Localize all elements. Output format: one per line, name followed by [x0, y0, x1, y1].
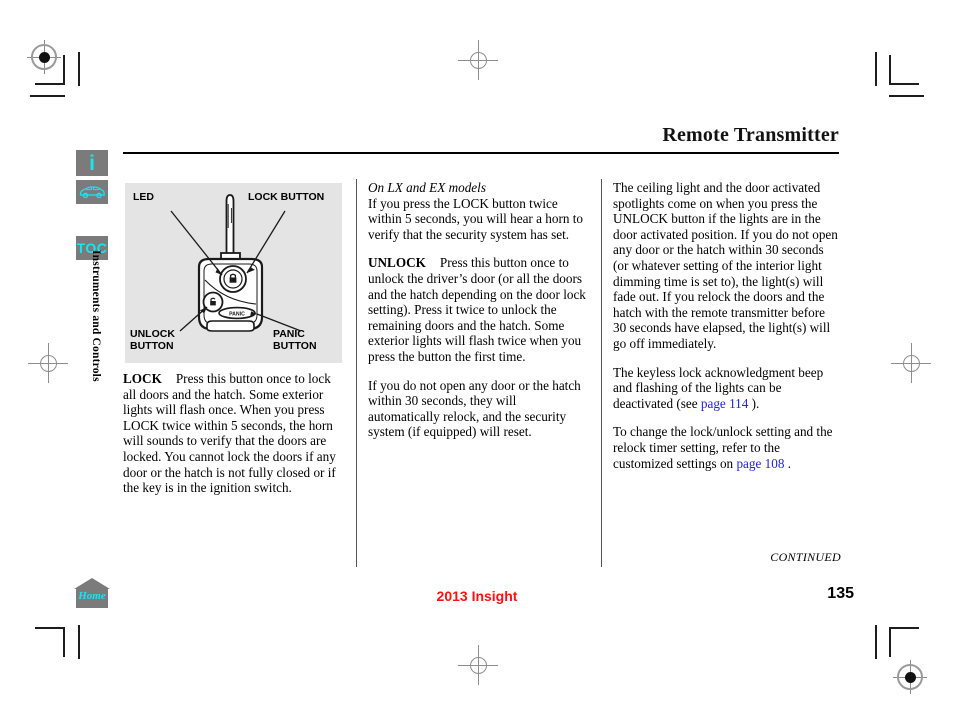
sidebar-item-car[interactable] — [76, 180, 108, 204]
column-divider-right — [601, 179, 602, 567]
unlock-paragraph: UNLOCK Press this button once to unlock t… — [368, 255, 590, 364]
lock-paragraph: LOCK Press this button once to lock all d… — [123, 371, 345, 496]
page-number: 135 — [827, 585, 854, 602]
info-icon: i — [89, 151, 95, 175]
crop-mark-top-left-h — [35, 83, 65, 85]
figure-label-lock-button: LOCK BUTTON — [248, 191, 325, 203]
customized-settings-paragraph: To change the lock/unlock setting and th… — [613, 424, 841, 471]
figure-label-panic-button: PANIC BUTTON — [273, 328, 317, 352]
figure-label-led: LED — [133, 191, 154, 203]
crop-mark-top-right-v2 — [875, 52, 877, 86]
key-fob-figure: PANIC LED LOCK BUTTON UNLOCK BUTTON PANI… — [125, 183, 342, 363]
customized-settings-text-after: . — [784, 455, 792, 471]
crop-mark-bottom-left-v2 — [78, 625, 80, 659]
keyless-beep-text-after: ). — [748, 395, 760, 411]
panic-button-engraving: PANIC — [229, 311, 245, 317]
crop-mark-top-right-h2 — [889, 95, 924, 97]
figure-label-unlock-button: UNLOCK BUTTON — [130, 328, 175, 352]
page-114-link[interactable]: page 114 — [701, 396, 748, 411]
car-icon — [79, 186, 105, 199]
registration-crosshair-bottom — [458, 645, 498, 685]
column-divider-left — [356, 179, 357, 567]
page-108-link[interactable]: page 108 — [736, 456, 784, 471]
unlock-heading: UNLOCK — [368, 255, 426, 271]
relock-paragraph: If you do not open any door or the hatch… — [368, 377, 581, 440]
content-column-left: LOCK Press this button once to lock all d… — [123, 371, 345, 496]
crop-mark-bottom-left-v — [63, 627, 65, 657]
registration-crosshair-top — [458, 40, 498, 80]
models-heading: On LX and EX models — [368, 180, 486, 195]
continued-label: CONTINUED — [770, 550, 841, 564]
registration-mark-bottom-right — [893, 660, 927, 694]
models-body: If you press the LOCK button twice withi… — [368, 195, 583, 242]
keyless-beep-paragraph: The keyless lock acknowledgment beep and… — [613, 365, 841, 412]
lock-heading: LOCK — [123, 371, 162, 386]
models-paragraph: On LX and EX models If you press the LOCK… — [368, 180, 590, 242]
crop-mark-top-left-v — [63, 55, 65, 85]
crop-mark-bottom-right-v2 — [875, 625, 877, 659]
crop-mark-top-left-h2 — [30, 95, 65, 97]
registration-crosshair-right — [891, 343, 931, 383]
lock-body: Press this button once to lock all doors… — [123, 371, 336, 496]
content-column-right: The ceiling light and the door activated… — [613, 180, 841, 471]
title-divider — [123, 152, 839, 154]
crop-mark-bottom-left-h — [35, 627, 65, 629]
crop-mark-top-right-h — [889, 83, 919, 85]
content-column-middle: On LX and EX models If you press the LOCK… — [368, 180, 590, 440]
crop-mark-bottom-right-h — [889, 627, 919, 629]
footer-model-year: 2013 Insight — [436, 588, 518, 604]
registration-mark-top-left — [27, 40, 61, 74]
registration-crosshair-left — [28, 343, 68, 383]
sidebar-section-label: Instruments and Controls — [90, 250, 102, 382]
sidebar-item-info[interactable]: i — [76, 150, 108, 176]
unlock-body: Press this button once to unlock the dri… — [368, 255, 586, 364]
ceiling-light-paragraph: The ceiling light and the door activated… — [613, 180, 838, 351]
page-title: Remote Transmitter — [662, 124, 839, 146]
crop-mark-bottom-right-v — [889, 627, 891, 657]
crop-mark-top-right-v — [889, 55, 891, 85]
crop-mark-top-left-v2 — [78, 52, 80, 86]
customized-settings-text-before: To change the lock/unlock setting and th… — [613, 424, 833, 471]
